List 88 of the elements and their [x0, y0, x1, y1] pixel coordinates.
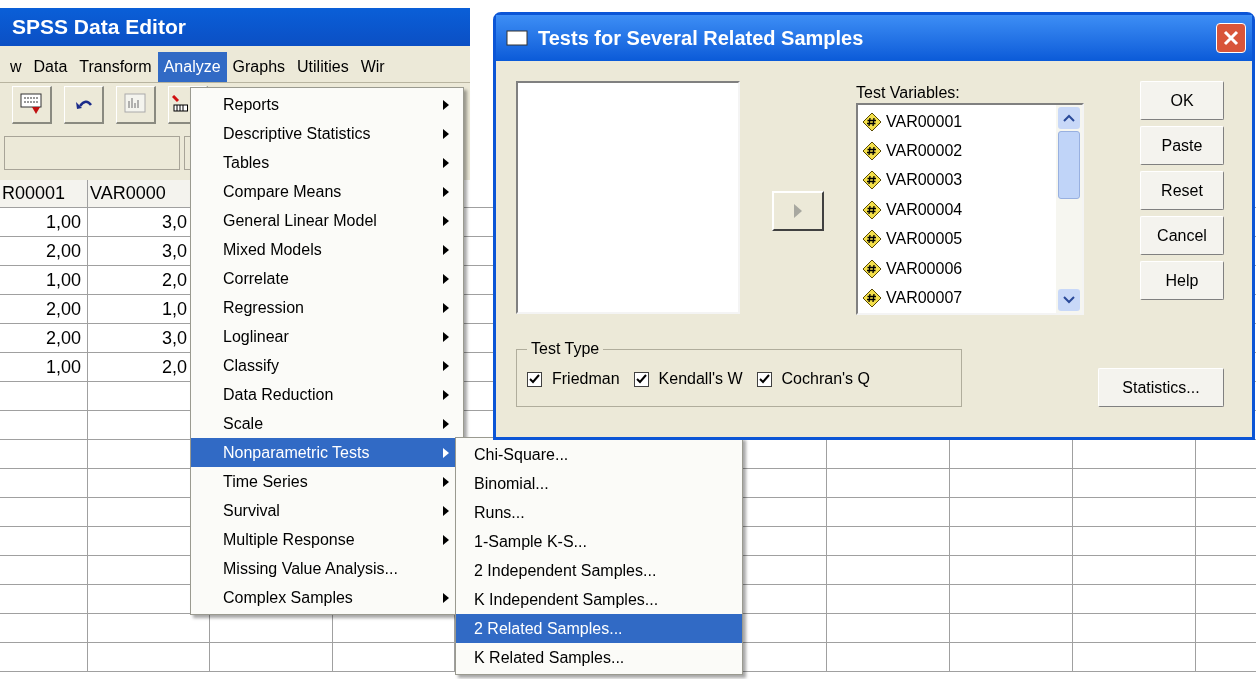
submenu-arrow-icon — [443, 331, 449, 342]
submenu-arrow-icon — [443, 244, 449, 255]
variable-item[interactable]: VAR00007 — [886, 286, 963, 311]
diamond-icon — [862, 199, 882, 220]
checkbox[interactable] — [527, 371, 542, 387]
chart-button[interactable] — [116, 85, 156, 124]
submenu-arrow-icon — [443, 592, 449, 603]
window-icon — [506, 30, 528, 46]
menu-item[interactable]: Data Reduction — [191, 380, 463, 409]
insert-icon — [172, 95, 188, 113]
submenu-arrow-icon — [443, 534, 449, 545]
variable-item[interactable]: VAR00005 — [886, 227, 963, 252]
scrollbar[interactable] — [1056, 105, 1082, 313]
column-header[interactable]: R00001 — [0, 180, 88, 208]
table-cell: 2,00 — [0, 237, 88, 266]
menu-item[interactable]: Analyze — [157, 52, 227, 82]
diamond-icon — [862, 229, 882, 250]
table-cell: 1,00 — [0, 266, 88, 295]
submenu-arrow-icon — [443, 99, 449, 110]
table-cell: 1,00 — [0, 208, 88, 237]
close-button[interactable] — [1216, 23, 1246, 53]
dialog-title: Tests for Several Related Samples — [538, 26, 864, 51]
undo-button[interactable] — [64, 85, 104, 124]
dialog-button[interactable]: Help — [1140, 261, 1224, 300]
check-icon — [758, 373, 770, 385]
grid-icon — [19, 93, 44, 115]
dialog-button[interactable]: Cancel — [1140, 216, 1224, 255]
submenu-arrow-icon — [443, 505, 449, 516]
table-cell: 2,00 — [0, 324, 88, 353]
variable-item[interactable]: VAR00001 — [886, 109, 963, 134]
check-icon — [529, 373, 540, 385]
arrow-icon — [794, 204, 802, 218]
menu-item[interactable]: Descriptive Statistics — [191, 119, 463, 148]
checkbox-label: Kendall's W — [658, 369, 743, 389]
variable-item[interactable]: VAR00003 — [886, 168, 963, 193]
menu-item[interactable]: Tables — [191, 148, 463, 177]
table-cell: 1,00 — [0, 353, 88, 382]
menu-item[interactable]: Data — [27, 52, 74, 82]
submenu-arrow-icon — [443, 157, 449, 168]
cell-editor-field[interactable] — [4, 136, 180, 170]
menu-item[interactable]: Transform — [73, 52, 158, 82]
menu-item[interactable]: K Related Samples... — [456, 643, 742, 672]
submenu-arrow-icon — [443, 418, 449, 429]
dialog-button[interactable]: OK — [1140, 81, 1224, 120]
submenu-arrow-icon — [443, 128, 449, 139]
submenu-arrow-icon — [443, 389, 449, 400]
submenu-arrow-icon — [443, 186, 449, 197]
scroll-up-icon — [1063, 114, 1075, 122]
scroll-down-icon — [1063, 296, 1075, 304]
group-label: Test Type — [530, 339, 601, 359]
diamond-icon — [862, 170, 882, 191]
close-icon — [1223, 30, 1239, 46]
diamond-icon — [862, 288, 882, 309]
dialog-button[interactable]: Paste — [1140, 126, 1224, 165]
variable-item[interactable]: VAR00006 — [886, 256, 963, 281]
data-view-button[interactable] — [12, 85, 52, 124]
test-variables-list[interactable]: VAR00001 VAR00002 VAR00003 VAR00004 VAR00005 VAR00006 VAR00007 — [856, 103, 1084, 315]
menu-item[interactable]: Graphs — [226, 52, 292, 82]
window-title: SPSS Data Editor — [0, 8, 470, 46]
diamond-icon — [862, 258, 882, 279]
check-icon — [635, 373, 647, 385]
menu-item[interactable]: 2 Independent Samples... — [456, 556, 742, 585]
table-cell: 2,00 — [0, 295, 88, 324]
submenu-arrow-icon — [443, 273, 449, 284]
dialog-button[interactable]: Reset — [1140, 171, 1224, 210]
diamond-icon — [862, 141, 882, 162]
test-variables-label: Test Variables: — [856, 83, 961, 103]
statistics-button[interactable]: Statistics... — [1098, 368, 1224, 407]
submenu-arrow-icon — [443, 360, 449, 371]
checkbox[interactable] — [633, 371, 649, 387]
move-button[interactable] — [772, 191, 824, 231]
submenu-arrow-icon — [443, 215, 449, 226]
checkbox-label: Friedman — [552, 369, 620, 389]
checkbox-label: Cochran's Q — [781, 369, 870, 389]
diamond-icon — [862, 111, 882, 132]
menu-item[interactable]: Utilities — [291, 52, 355, 82]
variable-item[interactable]: VAR00002 — [886, 139, 963, 164]
menu-item[interactable]: w — [4, 52, 28, 82]
menu-item[interactable]: Scale — [191, 409, 463, 438]
menu-item[interactable]: Wir — [354, 52, 391, 82]
submenu-arrow-icon — [443, 476, 449, 487]
menu-item[interactable]: 2 Related Samples... — [456, 614, 742, 643]
menu-item[interactable]: Reports — [191, 90, 463, 119]
submenu-arrow-icon — [443, 447, 449, 458]
variable-item[interactable]: VAR00004 — [886, 197, 963, 222]
submenu-arrow-icon — [443, 302, 449, 313]
checkbox[interactable] — [756, 371, 772, 387]
chart-icon — [123, 93, 148, 115]
